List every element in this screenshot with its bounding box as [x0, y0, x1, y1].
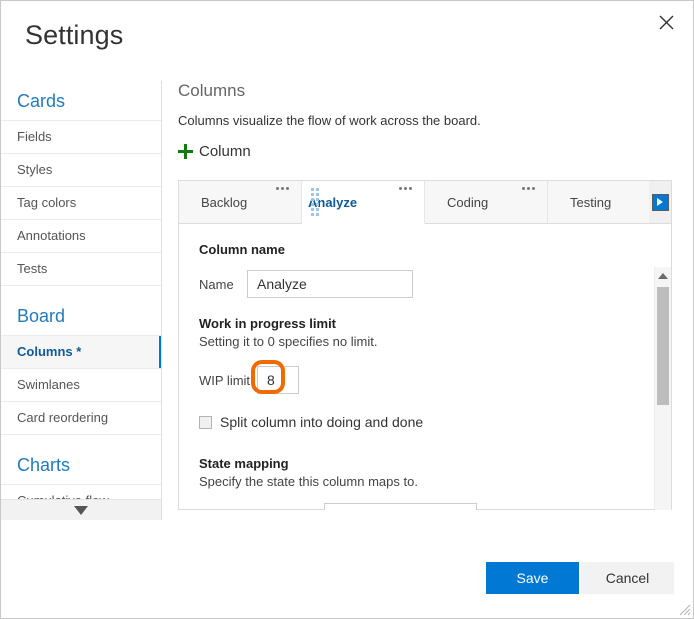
name-input[interactable] [247, 270, 413, 298]
wip-subtext: Setting it to 0 specifies no limit. [199, 334, 378, 349]
settings-sidebar[interactable]: Cards Fields Styles Tag colors Annotations Te… [1, 81, 162, 520]
split-column-checkbox-row[interactable]: Split column into doing and done [199, 414, 671, 430]
ellipsis-icon[interactable] [276, 187, 289, 190]
sidebar-divider [1, 285, 161, 296]
ellipsis-icon[interactable] [522, 187, 535, 190]
sidebar-item-tests[interactable]: Tests [1, 252, 161, 285]
close-button[interactable] [649, 7, 683, 37]
column-settings-body: Column name Name Work in progress limit … [179, 224, 671, 510]
drag-handle-icon[interactable] [311, 188, 320, 217]
sidebar-item-columns[interactable]: Columns * [1, 335, 161, 368]
next-arrow-icon [651, 193, 669, 211]
state-select-value: Approved [335, 510, 395, 511]
wip-field-row: WIP limit [199, 360, 671, 394]
chevron-down-icon [453, 507, 469, 510]
tab-analyze[interactable]: Analyze [302, 181, 425, 224]
scroll-up-button[interactable] [655, 267, 671, 284]
tab-label: Backlog [201, 194, 248, 210]
sidebar-item-swimlanes[interactable]: Swimlanes [1, 368, 161, 401]
state-mapping-subtext: Specify the state this column maps to. [199, 474, 418, 489]
wip-heading: Work in progress limit [199, 316, 337, 331]
state-select-bug[interactable]: Approved [324, 503, 477, 510]
split-column-label: Split column into doing and done [220, 414, 424, 430]
column-settings-form: Column name Name Work in progress limit … [179, 224, 671, 510]
state-mapping-heading: State mapping [199, 456, 289, 471]
tab-backlog[interactable]: Backlog [179, 181, 302, 224]
sidebar-group-cards: Cards [17, 91, 66, 111]
state-row-bug: Bug Approved [199, 503, 671, 510]
sidebar-divider [1, 434, 161, 445]
columns-panel: Backlog Analyze Coding Testing Column name … [178, 180, 672, 510]
close-icon [659, 15, 673, 29]
wip-limit-label: WIP limit [199, 372, 251, 388]
sidebar-item-tag-colors[interactable]: Tag colors [1, 186, 161, 219]
dialog-title: Settings [25, 20, 124, 50]
tab-coding[interactable]: Coding [425, 181, 548, 224]
save-button[interactable]: Save [486, 562, 579, 594]
resize-grip-icon[interactable] [679, 604, 691, 616]
page-description: Columns visualize the flow of work acros… [178, 113, 481, 128]
panel-scrollbar[interactable] [654, 267, 671, 510]
tab-label: Coding [447, 194, 489, 210]
wip-section: Work in progress limit Setting it to 0 s… [199, 316, 671, 350]
add-column-label: Column [199, 143, 251, 160]
tabs-next-button[interactable] [649, 181, 671, 224]
cancel-button[interactable]: Cancel [581, 562, 674, 594]
sidebar-item-card-reordering[interactable]: Card reordering [1, 401, 161, 434]
wip-limit-input[interactable] [257, 366, 299, 394]
column-tabs[interactable]: Backlog Analyze Coding Testing [179, 181, 671, 224]
sidebar-item-annotations[interactable]: Annotations [1, 219, 161, 252]
main-content: Columns Columns visualize the flow of wo… [178, 81, 678, 521]
column-name-heading: Column name [199, 242, 285, 257]
plus-icon [178, 144, 193, 159]
state-mapping-section: State mapping Specify the state this col… [199, 456, 671, 490]
sidebar-item-fields[interactable]: Fields [1, 120, 161, 153]
chevron-down-icon [74, 505, 88, 515]
sidebar-group-board: Board [17, 306, 66, 326]
name-label: Name [199, 276, 234, 292]
ellipsis-icon[interactable] [399, 187, 412, 190]
scrollbar-thumb[interactable] [657, 287, 669, 405]
tab-label: Testing [570, 194, 612, 210]
sidebar-item-styles[interactable]: Styles [1, 153, 161, 186]
name-field-row: Name [199, 270, 671, 298]
add-column-button[interactable]: Column [178, 143, 251, 160]
settings-dialog: Settings Cards Fields Styles Tag colors Anno… [0, 0, 694, 619]
page-title: Columns [178, 81, 246, 100]
sidebar-scroll-down-button[interactable] [1, 499, 161, 520]
split-column-checkbox[interactable] [199, 415, 212, 429]
chevron-up-icon [658, 272, 668, 279]
sidebar-scroll-content: Cards Fields Styles Tag colors Annotations Te… [1, 81, 161, 520]
sidebar-group-charts: Charts [17, 455, 71, 475]
